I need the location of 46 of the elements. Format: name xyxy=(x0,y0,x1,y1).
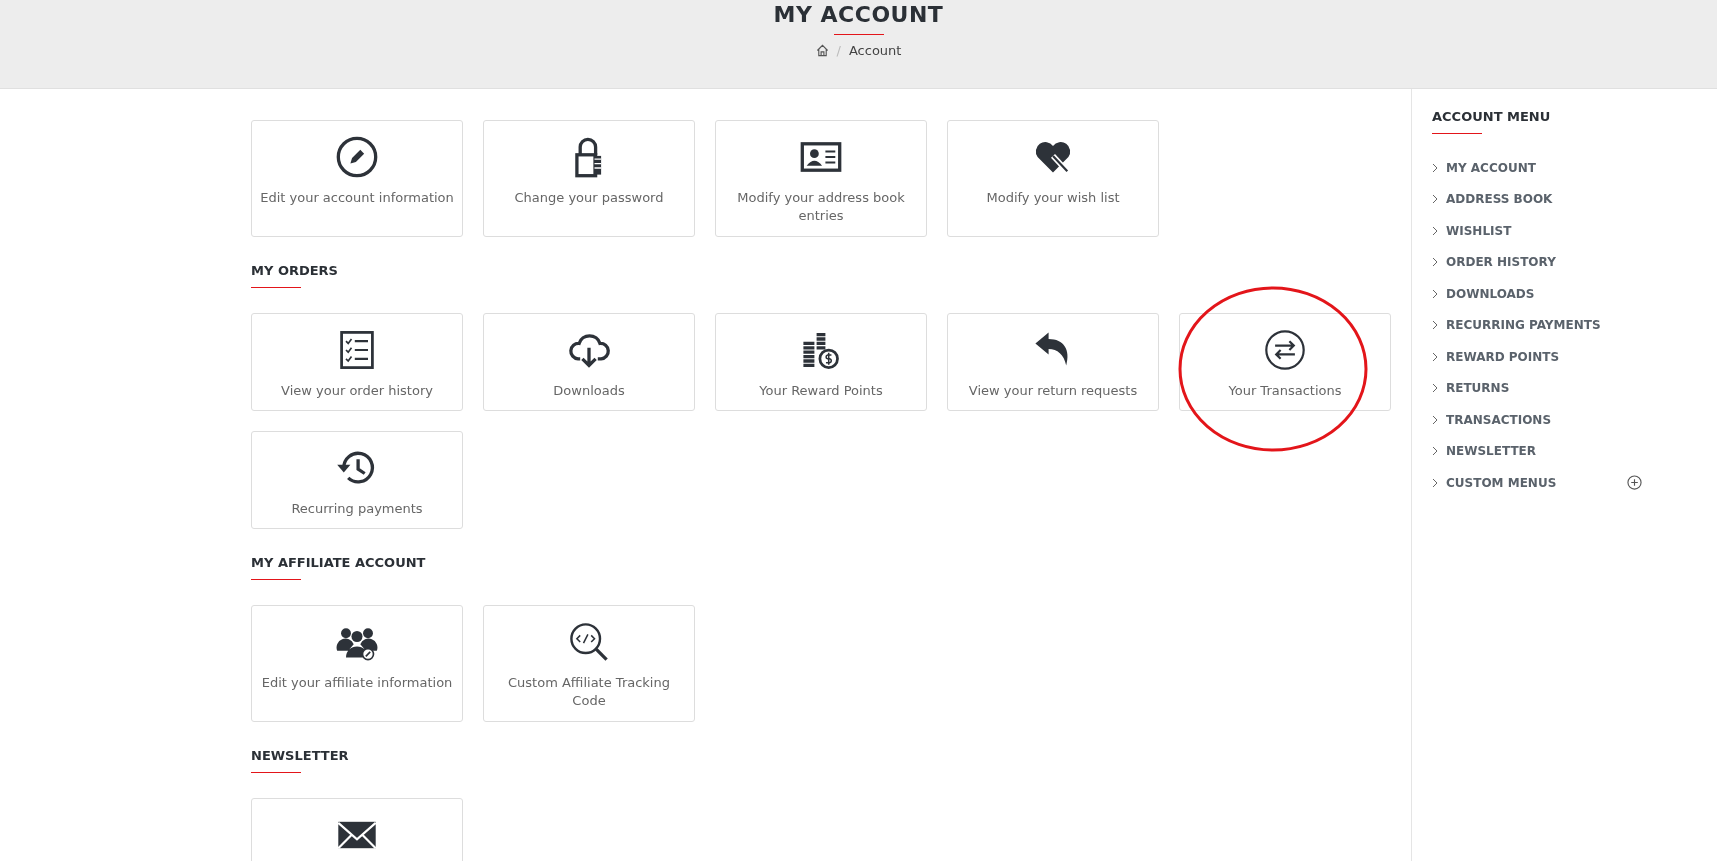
section-heading: MY AFFILIATE ACCOUNT xyxy=(251,555,427,570)
account-link-card[interactable]: Modify your wish list xyxy=(947,120,1159,237)
chevron-right-icon xyxy=(1432,477,1438,488)
breadcrumb-item[interactable]: Account xyxy=(848,43,902,58)
sidebar-menu-item[interactable]: RECURRING PAYMENTS xyxy=(1446,318,1601,333)
account-link-card[interactable]: Recurring payments xyxy=(251,431,463,529)
account-link-card[interactable]: Edit your account information xyxy=(251,120,463,237)
account-link-card[interactable]: Custom Affiliate Tracking Code xyxy=(483,605,695,722)
account-link-card[interactable]: View your order history xyxy=(251,313,463,411)
sidebar-heading: ACCOUNT MENU xyxy=(1432,109,1552,124)
sidebar-menu-item[interactable]: NEWSLETTER xyxy=(1446,444,1537,459)
account-link-card[interactable]: Downloads xyxy=(483,313,695,411)
sidebar-menu-item[interactable]: RETURNS xyxy=(1446,381,1510,396)
chevron-right-icon xyxy=(1432,414,1438,425)
sidebar-menu-item[interactable]: CUSTOM MENUS xyxy=(1446,475,1557,490)
account-link-card[interactable]: Edit your affiliate information xyxy=(251,605,463,722)
chevron-right-icon xyxy=(1432,383,1438,394)
chevron-right-icon xyxy=(1432,225,1438,236)
chevron-right-icon xyxy=(1432,351,1438,362)
sidebar-menu-item[interactable]: REWARD POINTS xyxy=(1446,349,1560,364)
account-link-card[interactable]: Your Transactions xyxy=(1179,313,1391,411)
account-link-card[interactable]: Your Reward Points xyxy=(715,313,927,411)
pencil-circle-icon xyxy=(335,135,379,179)
sidebar-menu-item[interactable]: MY ACCOUNT xyxy=(1446,160,1536,175)
chevron-right-icon xyxy=(1432,446,1438,457)
expand-plus-icon[interactable] xyxy=(1627,475,1642,491)
chevron-right-icon xyxy=(1432,257,1438,268)
code-magnifier-icon xyxy=(567,620,611,664)
chevron-right-icon xyxy=(1432,194,1438,205)
chevron-right-icon xyxy=(1432,288,1438,299)
sidebar-menu-item[interactable]: ADDRESS BOOK xyxy=(1446,192,1553,207)
home-icon[interactable] xyxy=(815,44,829,57)
sidebar-menu-item[interactable]: TRANSACTIONS xyxy=(1446,412,1552,427)
chevron-right-icon xyxy=(1432,320,1438,331)
account-link-card[interactable]: Change your password xyxy=(483,120,695,237)
sidebar-menu-item[interactable]: WISHLIST xyxy=(1446,223,1512,238)
exchange-arrows-icon xyxy=(1263,328,1307,372)
chevron-right-icon xyxy=(1432,162,1438,173)
section-heading: NEWSLETTER xyxy=(251,748,350,763)
sidebar-menu-item[interactable]: ORDER HISTORY xyxy=(1446,255,1556,270)
account-link-card[interactable]: Modify your address book entries xyxy=(715,120,927,237)
page-title: MY ACCOUNT xyxy=(773,2,944,27)
section-heading: MY ORDERS xyxy=(251,263,339,278)
account-link-card[interactable]: View your return requests xyxy=(947,313,1159,411)
sidebar-menu-item[interactable]: DOWNLOADS xyxy=(1446,286,1535,301)
breadcrumb-separator: / xyxy=(836,43,841,58)
